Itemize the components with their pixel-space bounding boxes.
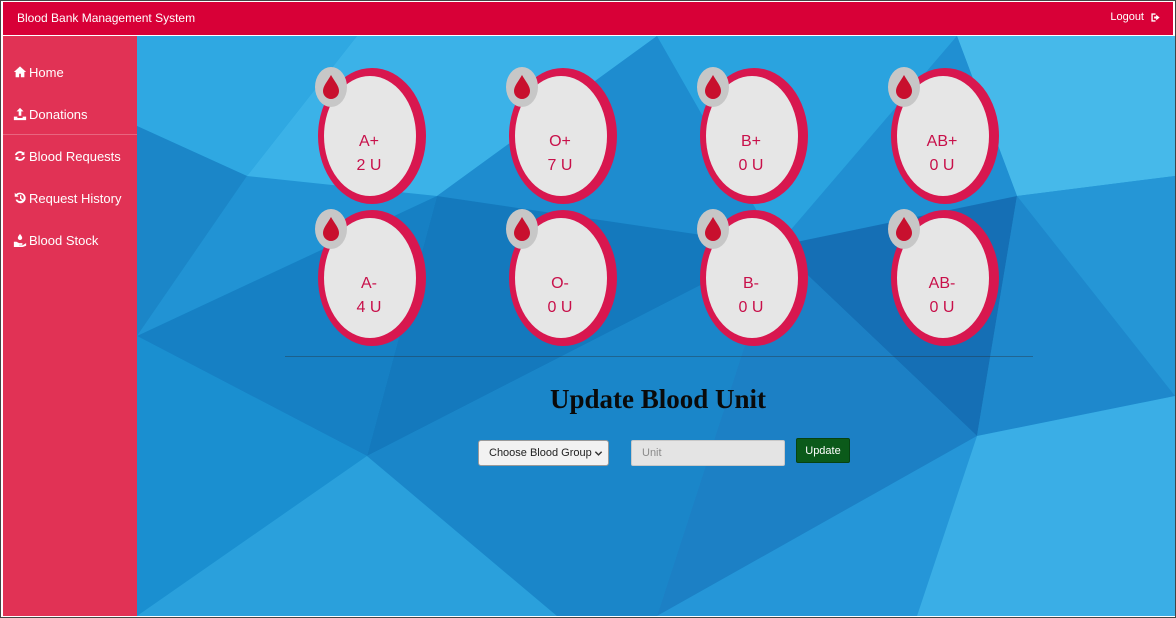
polygon-background (137, 36, 1175, 616)
blood-group-label: O+ (549, 133, 571, 150)
blood-group-label: A- (361, 275, 377, 292)
blood-group-label: B+ (740, 133, 761, 150)
blood-group-card: O+ 7 U (506, 65, 618, 205)
blood-unit-count: 0 U (738, 157, 764, 174)
sidebar-item-home[interactable]: Home (3, 52, 137, 92)
sidebar-item-label: Blood Requests (29, 148, 121, 164)
top-navbar: Blood Bank Management System Logout (3, 2, 1173, 35)
sidebar-item-donations[interactable]: Donations (3, 94, 137, 134)
upload-icon (12, 107, 27, 121)
select-value: Choose Blood Group (489, 447, 592, 459)
app-title: Blood Bank Management System (17, 11, 196, 25)
sidebar-item-blood-requests[interactable]: Blood Requests (3, 136, 137, 176)
blood-group-card: AB+ 0 U (888, 65, 1000, 205)
blood-group-label: A+ (358, 133, 379, 150)
logout-link[interactable]: Logout (1110, 11, 1161, 23)
update-section-title: Update Blood Unit (549, 384, 767, 414)
sign-out-icon (1151, 12, 1160, 22)
sidebar-item-blood-stock[interactable]: Blood Stock (3, 220, 137, 260)
main-content: A+ 2 U O+ 7 U B+ 0 U AB+ 0 U A- 4 U O- 0… (137, 36, 1175, 616)
blood-group-card: B+ 0 U (697, 65, 809, 205)
sidebar-item-label: Request History (29, 190, 122, 206)
blood-group-card: O- 0 U (506, 207, 618, 347)
blood-unit-count: 0 U (929, 299, 955, 316)
blood-group-card: B- 0 U (697, 207, 809, 347)
blood-unit-count: 0 U (547, 299, 573, 316)
sidebar: Home Donations Blood Requests Request Hi… (3, 36, 137, 616)
refresh-icon (12, 149, 27, 163)
blood-group-select[interactable]: Choose Blood Group (478, 440, 609, 466)
blood-group-card: A+ 2 U (315, 65, 427, 205)
hand-holding-icon (12, 233, 27, 247)
blood-unit-count: 0 U (738, 299, 764, 316)
app-window: Blood Bank Management System Logout Home… (0, 0, 1176, 618)
blood-group-label: O- (551, 275, 569, 292)
blood-group-card: AB- 0 U (888, 207, 1000, 347)
sidebar-item-label: Blood Stock (29, 232, 99, 248)
blood-unit-count: 0 U (929, 157, 955, 174)
update-button[interactable]: Update (796, 438, 850, 463)
blood-group-label: AB+ (926, 133, 958, 150)
blood-group-label: B- (743, 275, 759, 292)
unit-input[interactable] (631, 440, 785, 466)
home-icon (12, 65, 27, 79)
blood-group-card: A- 4 U (315, 207, 427, 347)
blood-group-label: AB- (928, 275, 956, 292)
blood-unit-count: 2 U (356, 157, 382, 174)
history-icon (12, 191, 27, 205)
blood-unit-count: 4 U (356, 299, 382, 316)
sidebar-item-label: Donations (29, 106, 88, 122)
sidebar-item-request-history[interactable]: Request History (3, 178, 137, 218)
sidebar-item-label: Home (29, 64, 64, 80)
chevron-down-icon (594, 451, 603, 456)
blood-unit-count: 7 U (547, 157, 573, 174)
section-divider (285, 356, 1033, 357)
logout-label: Logout (1110, 11, 1144, 23)
sidebar-divider (3, 134, 137, 135)
